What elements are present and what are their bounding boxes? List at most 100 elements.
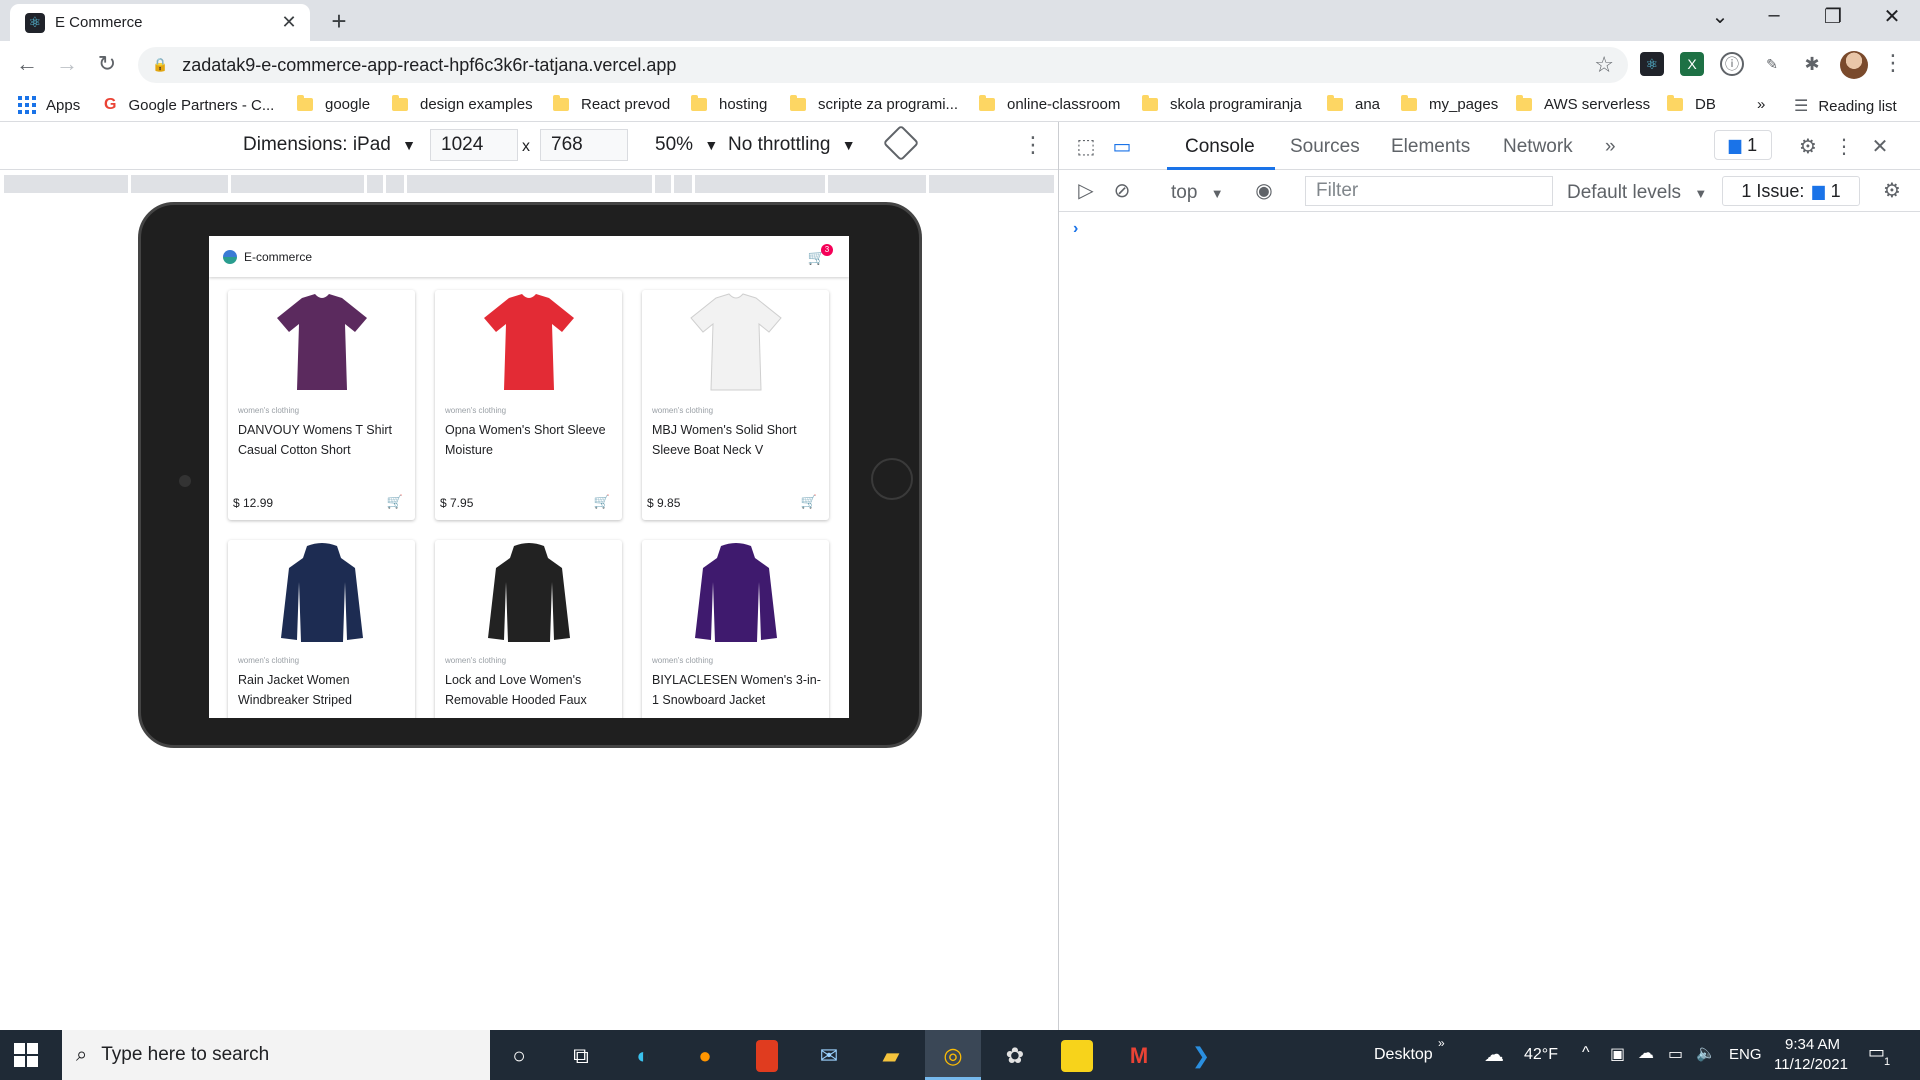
product-card[interactable]: women's clothing Opna Women's Short Sleev… — [435, 290, 622, 520]
live-expression-eye-icon[interactable]: ◉ — [1251, 178, 1277, 203]
weather-cloud-icon[interactable]: ☁ — [1484, 1042, 1504, 1067]
add-to-cart-icon[interactable]: 🛒 — [594, 494, 610, 510]
device-toolbar-menu-icon[interactable]: ⋮ — [1022, 132, 1044, 158]
clock-date[interactable]: 11/12/2021 — [1774, 1056, 1848, 1073]
paint-app-icon[interactable]: ✿ — [999, 1040, 1031, 1072]
product-title[interactable]: Lock and Love Women's Removable Hooded F… — [445, 670, 615, 710]
restore-button[interactable]: ❐ — [1813, 4, 1853, 29]
ruler-segment[interactable] — [655, 175, 671, 193]
tab-elements[interactable]: Elements — [1391, 136, 1470, 158]
ruler-segment[interactable] — [674, 175, 692, 193]
add-to-cart-icon[interactable]: 🛒 — [387, 494, 403, 510]
address-bar[interactable]: 🔒 zadatak9-e-commerce-app-react-hpf6c3k6… — [138, 47, 1628, 83]
bookmark-apps[interactable]: Apps — [18, 96, 80, 114]
product-image[interactable] — [435, 540, 622, 648]
product-title[interactable]: BIYLACLESEN Women's 3-in-1 Snowboard Jac… — [652, 670, 822, 710]
mail-icon[interactable]: ✉ — [813, 1040, 845, 1072]
show-sidebar-icon[interactable]: ▷ — [1073, 178, 1099, 203]
bookmark-my-pages[interactable]: my_pages — [1401, 95, 1498, 113]
console-prompt[interactable]: › — [1073, 220, 1078, 238]
product-card[interactable]: women's clothing DANVOUY Womens T Shirt C… — [228, 290, 415, 520]
file-explorer-icon[interactable]: ▰ — [875, 1040, 907, 1072]
weather-temperature[interactable]: 42°F — [1524, 1046, 1558, 1064]
product-card[interactable]: women's clothing MBJ Women's Solid Short … — [642, 290, 829, 520]
url-text[interactable]: zadatak9-e-commerce-app-react-hpf6c3k6r-… — [182, 55, 1594, 76]
minimize-button[interactable]: – — [1754, 4, 1794, 27]
bookmark-scripte[interactable]: scripte za programi... — [790, 95, 958, 113]
windows-start-icon[interactable] — [14, 1043, 38, 1067]
product-title[interactable]: Rain Jacket Women Windbreaker Striped — [238, 670, 408, 710]
ruler-segment[interactable] — [407, 175, 652, 193]
bookmark-db[interactable]: DB — [1667, 95, 1716, 113]
more-tabs-button[interactable]: » — [1605, 136, 1616, 158]
product-title[interactable]: MBJ Women's Solid Short Sleeve Boat Neck… — [652, 420, 822, 460]
device-height-input[interactable]: 768 — [540, 129, 628, 161]
ruler-segment[interactable] — [929, 175, 1054, 193]
notification-center-icon[interactable]: ▭ — [1868, 1042, 1885, 1063]
device-width-input[interactable]: 1024 — [430, 129, 518, 161]
ruler-segment[interactable] — [828, 175, 926, 193]
ruler-segment[interactable] — [386, 175, 404, 193]
tray-chevron-icon[interactable]: ^ — [1582, 1044, 1590, 1062]
bookmark-google[interactable]: google — [297, 95, 370, 113]
ruler-segment[interactable] — [367, 175, 383, 193]
tab-close-icon[interactable]: ✕ — [278, 12, 300, 33]
edge-browser-icon[interactable]: ◐ — [627, 1040, 659, 1072]
inspect-element-icon[interactable]: ⬚ — [1073, 134, 1099, 159]
ruler-segment[interactable] — [4, 175, 128, 193]
profile-avatar[interactable] — [1840, 51, 1868, 79]
product-image[interactable] — [435, 290, 622, 398]
console-filter-input[interactable]: Filter — [1305, 176, 1553, 206]
product-title[interactable]: DANVOUY Womens T Shirt Casual Cotton Sho… — [238, 420, 408, 460]
product-image[interactable] — [642, 540, 829, 648]
console-messages-button[interactable]: ▆ 1 — [1714, 130, 1772, 160]
product-card[interactable]: women's clothing Lock and Love Women's Re… — [435, 540, 622, 718]
color-picker-extension-icon[interactable]: ✎ — [1760, 52, 1784, 76]
zoom-select[interactable]: 50% ▼ — [655, 134, 718, 156]
cortana-circle-icon[interactable]: ○ — [503, 1040, 535, 1072]
extensions-puzzle-icon[interactable]: ✱ — [1800, 52, 1824, 76]
devtools-menu-icon[interactable]: ⋮ — [1831, 134, 1857, 159]
excel-extension-icon[interactable]: X — [1680, 52, 1704, 76]
brand-name[interactable]: E-commerce — [244, 250, 312, 264]
react-devtools-extension-icon[interactable]: ⚛ — [1640, 52, 1664, 76]
input-language[interactable]: ENG — [1729, 1046, 1762, 1063]
back-button[interactable]: ← — [12, 51, 42, 77]
add-to-cart-icon[interactable]: 🛒 — [801, 494, 817, 510]
bookmark-skola-programiranja[interactable]: skola programiranja — [1142, 95, 1302, 113]
task-view-icon[interactable]: ⧉ — [565, 1040, 597, 1072]
bookmark-google-partners[interactable]: G Google Partners - C... — [104, 96, 274, 114]
browser-tab[interactable]: ⚛ E Commerce ✕ — [10, 4, 310, 41]
onedrive-icon[interactable]: ☁ — [1638, 1043, 1654, 1063]
console-settings-gear-icon[interactable]: ⚙ — [1879, 178, 1905, 203]
firefox-icon[interactable]: ● — [689, 1040, 721, 1072]
device-dimensions-select[interactable]: Dimensions: iPad ▼ — [243, 134, 416, 156]
logo-icon[interactable] — [223, 249, 237, 264]
bookmark-design-examples[interactable]: design examples — [392, 95, 533, 113]
tab-search-icon[interactable]: ⌄ — [1700, 4, 1740, 29]
clock-time[interactable]: 9:34 AM — [1785, 1036, 1840, 1053]
close-window-button[interactable]: ✕ — [1872, 4, 1912, 29]
bookmark-react-prevod[interactable]: React prevod — [553, 95, 670, 113]
vscode-icon[interactable]: ❯ — [1185, 1040, 1217, 1072]
office-icon[interactable] — [756, 1040, 778, 1072]
bookmark-online-classroom[interactable]: online-classroom — [979, 95, 1120, 113]
reading-list-button[interactable]: ☰ Reading list — [1794, 96, 1897, 116]
gmail-icon[interactable]: M — [1123, 1040, 1155, 1072]
log-levels-select[interactable]: Default levels ▼ — [1567, 182, 1707, 204]
clear-console-icon[interactable]: ⊘ — [1109, 178, 1135, 203]
bookmarks-overflow-button[interactable]: » — [1757, 96, 1765, 113]
meet-now-icon[interactable]: ▣ — [1610, 1044, 1625, 1064]
chrome-icon[interactable]: ◎ — [937, 1040, 969, 1072]
desktop-toolbar-label[interactable]: Desktop — [1374, 1046, 1433, 1064]
close-devtools-icon[interactable]: ✕ — [1867, 134, 1893, 159]
product-image[interactable] — [228, 540, 415, 648]
desktop-toolbar-more[interactable]: » — [1438, 1036, 1445, 1050]
product-title[interactable]: Opna Women's Short Sleeve Moisture — [445, 420, 615, 460]
product-image[interactable] — [642, 290, 829, 398]
browser-menu-icon[interactable]: ⋮ — [1882, 50, 1904, 76]
ruler-segment[interactable] — [231, 175, 364, 193]
bookmark-aws-serverless[interactable]: AWS serverless — [1516, 95, 1650, 113]
ruler-segment[interactable] — [695, 175, 825, 193]
extension-circle-icon[interactable]: ⓘ — [1720, 52, 1744, 76]
